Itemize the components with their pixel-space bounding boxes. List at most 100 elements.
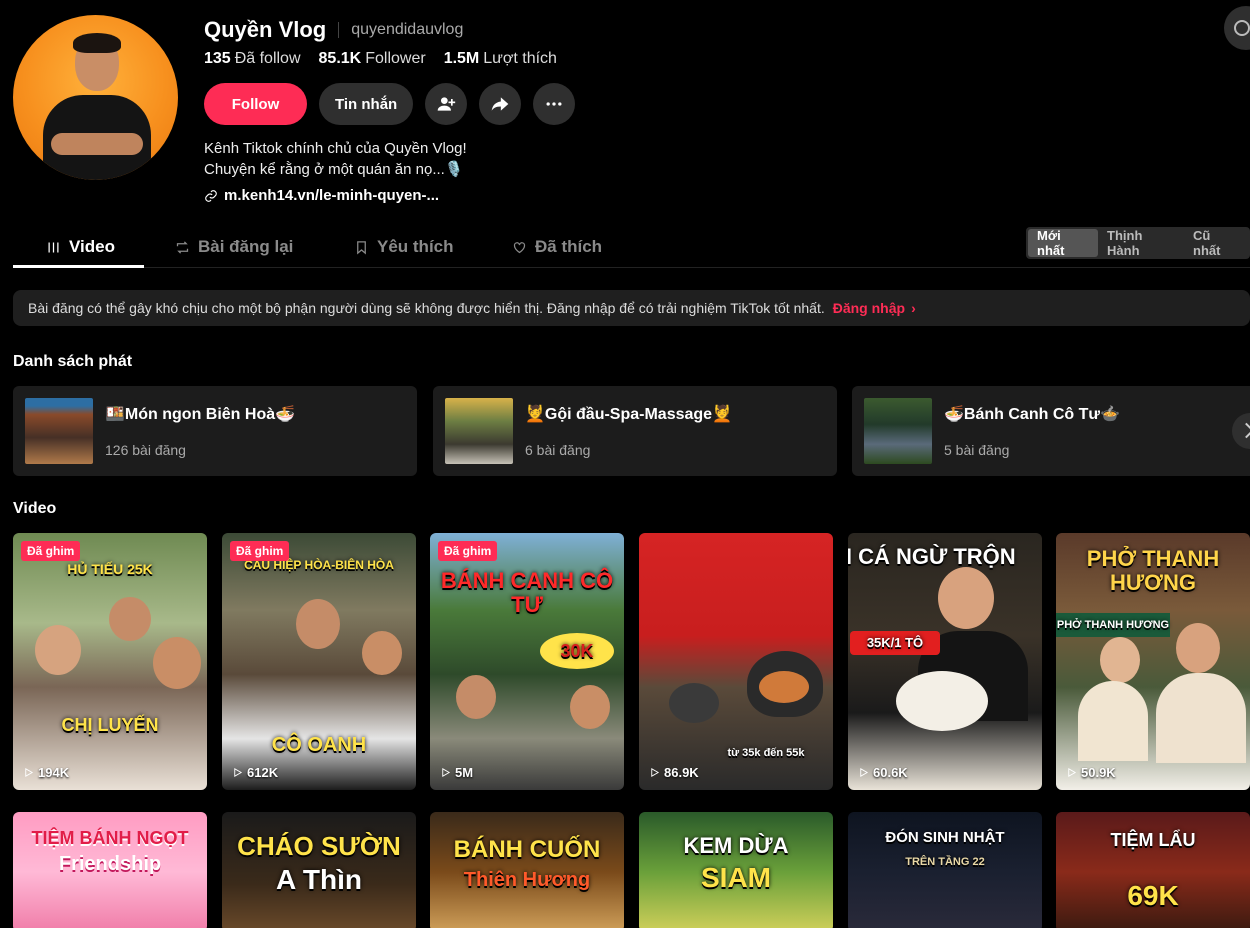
video-card[interactable]: PHỞ THANH HƯƠNG PHỞ THANH HƯƠNG 50.9K [1056,533,1250,790]
video-card[interactable]: BÁNH CUỐN Thiên Hương [430,812,624,928]
video-caption: CÔ OANH [271,734,367,756]
playlist-card[interactable]: 🍜Bánh Canh Cô Tư🍲 5 bài đăng [852,386,1250,476]
profile-link[interactable]: m.kenh14.vn/le-minh-quyen-... [204,187,439,204]
view-count-text: 60.6K [873,765,908,780]
stat-likes: 1.5M Lượt thích [444,50,557,68]
more-icon [546,102,562,106]
tab-label: Yêu thích [377,237,454,256]
sort-newest[interactable]: Mới nhất [1028,228,1099,258]
profile-stats: 135 Đã follow 85.1K Follower 1.5M Lượt thíc… [204,50,557,68]
tab-liked[interactable]: Đã thích [512,226,602,268]
video-card[interactable]: BÁNH CANH CÔ TƯ 30K Đã ghim 5M [430,533,624,790]
stat-following[interactable]: 135 Đã follow [204,50,301,68]
video-card[interactable]: ĐÓN SINH NHẬT TRÊN TẦNG 22 [848,812,1042,928]
video-caption: 35K/1 TÔ [850,631,940,655]
sort-popular[interactable]: Thịnh Hành [1098,228,1184,258]
video-caption: TIỆM LẨU [1110,830,1196,850]
video-person-shirt [1078,681,1148,761]
play-icon [25,768,34,777]
playlist-title: 🍱Món ngon Biên Hoà🍜 [105,406,296,423]
video-person [456,675,496,719]
view-count: 194K [23,765,69,780]
video-section-title: Video [13,500,57,517]
sort-oldest[interactable]: Cũ nhất [1184,228,1248,258]
video-card[interactable]: HỦ TIẾU 25K CHỊ LUYẾN Đã ghim 194K [13,533,207,790]
video-caption: BÁNH CUỐN [453,836,601,863]
playlist-thumbnail [864,398,932,464]
play-icon [860,768,869,777]
video-caption: TIỆM BÁNH NGỌT [31,828,189,848]
follow-button[interactable]: Follow [204,83,307,125]
share-icon [491,97,509,111]
view-count-text: 612K [247,765,279,780]
sort-selector: Mới nhất Thịnh Hành Cũ nhất [1026,227,1250,259]
message-button[interactable]: Tin nhắn [319,83,414,125]
view-count: 60.6K [858,765,908,780]
view-count-text: 194K [38,765,70,780]
profile-handle: quyendidauvlog [351,21,464,38]
pinned-badge: Đã ghim [230,541,290,561]
view-count: 5M [440,765,473,780]
view-count-text: 86.9K [664,765,699,780]
video-card[interactable]: TIỆM LẨU 69K [1056,812,1250,928]
video-caption: 69K [1127,880,1179,911]
video-card[interactable]: CHÁO SƯỜN A Thìn [222,812,416,928]
video-card[interactable]: BÚN CÁ NGỪ TRỘN 35K/1 TÔ 60.6K [848,533,1042,790]
login-notice: Bài đăng có thể gây khó chịu cho một bộ … [13,290,1250,326]
playlist-thumbnail [445,398,513,464]
video-person [153,637,201,689]
playlist-card[interactable]: 🍱Món ngon Biên Hoà🍜 126 bài đăng [13,386,417,476]
noodle-bowl [896,671,988,731]
tab-repost[interactable]: Bài đăng lại [175,226,293,268]
video-caption: BÚN CÁ NGỪ TRỘN [848,544,1016,569]
playlist-thumbnail [25,398,93,464]
video-person [296,599,340,649]
video-person [1176,623,1220,673]
playlist-card[interactable]: 💆Gội đầu-Spa-Massage💆 6 bài đăng [433,386,837,476]
grid-icon [48,242,59,252]
profile-name: Quyền Vlog [204,17,327,42]
link-icon [205,189,217,202]
playlist-count: 126 bài đăng [105,442,186,458]
profile-avatar[interactable] [13,15,178,180]
active-tab-indicator [13,265,144,268]
bookmark-icon [357,240,366,254]
profile-name-row: Quyền Vlog quyendidauvlog [204,17,463,43]
stat-followers[interactable]: 85.1K Follower [319,50,426,68]
video-caption: Thiên Hương [463,869,591,891]
add-friend-button[interactable] [425,83,468,125]
more-button[interactable] [533,83,576,125]
video-caption: từ 35k đến 55k [727,747,805,759]
view-count: 86.9K [649,765,699,780]
view-count-text: 50.9K [1081,765,1116,780]
video-card[interactable]: TIỆM BÁNH NGỌT Friendship [13,812,207,928]
playlist-section-title: Danh sách phát [13,353,133,370]
login-link[interactable]: Đăng nhập [833,300,905,316]
tab-label: Bài đăng lại [198,237,294,256]
tab-label: Đã thích [535,237,603,256]
video-person [938,567,994,629]
video-card[interactable]: KEM DỪA SIAM [639,812,833,928]
video-person [109,597,151,641]
pinned-badge: Đã ghim [21,541,81,561]
pinned-badge: Đã ghim [438,541,498,561]
tab-video[interactable]: Video [46,226,115,268]
stat-value: 135 [204,50,231,67]
video-caption: KEM DỪA [683,833,789,858]
video-card[interactable]: CÂU HIỆP HÒA-BIÊN HÒA CÔ OANH Đã ghim 61… [222,533,416,790]
tab-favorites[interactable]: Yêu thích [354,226,454,268]
stat-label: Đã follow [234,50,301,67]
video-caption: CHÁO SƯỜN [237,831,401,861]
food [759,671,809,703]
bio-line: Kênh Tiktok chính chủ của Quyền Vlog! [204,140,467,157]
bowl [669,683,719,723]
avatar-hair [73,33,121,53]
video-caption: Friendship [58,853,162,875]
video-caption: TRÊN TẦNG 22 [905,856,985,868]
view-count: 50.9K [1066,765,1116,780]
settings-button[interactable] [1224,6,1250,50]
video-card[interactable]: từ 35k đến 55k 86.9K [639,533,833,790]
stat-value: 85.1K [318,50,362,67]
share-button[interactable] [479,83,522,125]
view-count-text: 5M [455,765,474,780]
